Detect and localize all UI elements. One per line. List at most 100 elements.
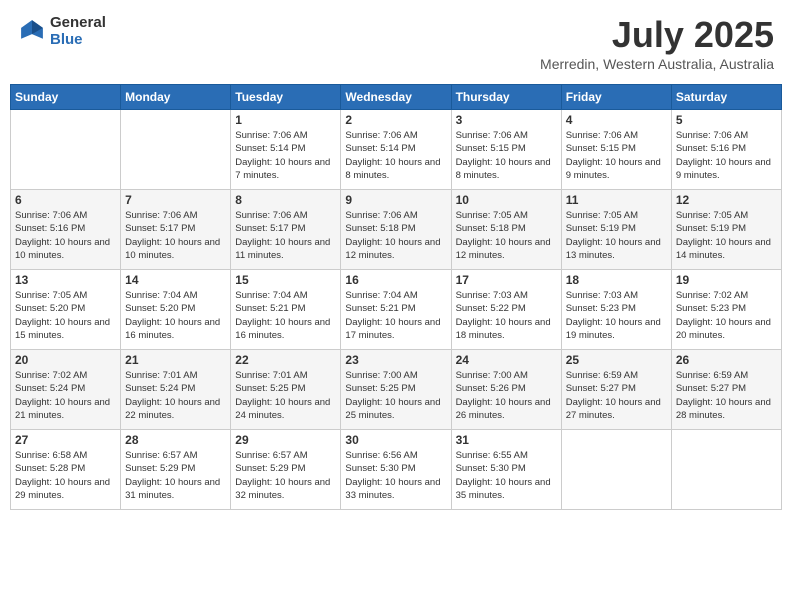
- day-info: Sunrise: 6:57 AM Sunset: 5:29 PM Dayligh…: [125, 449, 226, 502]
- page-header: General Blue July 2025 Merredin, Western…: [10, 10, 782, 76]
- calendar-header: SundayMondayTuesdayWednesdayThursdayFrid…: [11, 85, 782, 110]
- calendar-cell: 29 Sunrise: 6:57 AM Sunset: 5:29 PM Dayli…: [231, 430, 341, 510]
- calendar-cell: [561, 430, 671, 510]
- day-number: 19: [676, 273, 777, 287]
- logo-text: General Blue: [50, 14, 106, 48]
- day-info: Sunrise: 7:00 AM Sunset: 5:26 PM Dayligh…: [456, 369, 557, 422]
- day-info: Sunrise: 6:56 AM Sunset: 5:30 PM Dayligh…: [345, 449, 446, 502]
- day-number: 31: [456, 433, 557, 447]
- day-number: 11: [566, 193, 667, 207]
- calendar-cell: 10 Sunrise: 7:05 AM Sunset: 5:18 PM Dayli…: [451, 190, 561, 270]
- calendar-cell: 30 Sunrise: 6:56 AM Sunset: 5:30 PM Dayli…: [341, 430, 451, 510]
- header-monday: Monday: [121, 85, 231, 110]
- calendar-cell: 6Sunrise: 7:06 AM Sunset: 5:16 PM Daylig…: [11, 190, 121, 270]
- day-info: Sunrise: 7:05 AM Sunset: 5:20 PM Dayligh…: [15, 289, 116, 342]
- logo-icon: [18, 17, 46, 45]
- day-number: 3: [456, 113, 557, 127]
- calendar-cell: 28Sunrise: 6:57 AM Sunset: 5:29 PM Dayli…: [121, 430, 231, 510]
- calendar-cell: 19Sunrise: 7:02 AM Sunset: 5:23 PM Dayli…: [671, 270, 781, 350]
- day-number: 16: [345, 273, 446, 287]
- day-number: 9: [345, 193, 446, 207]
- day-info: Sunrise: 7:01 AM Sunset: 5:25 PM Dayligh…: [235, 369, 336, 422]
- day-number: 15: [235, 273, 336, 287]
- calendar-cell: 8 Sunrise: 7:06 AM Sunset: 5:17 PM Daylig…: [231, 190, 341, 270]
- calendar-cell: 31Sunrise: 6:55 AM Sunset: 5:30 PM Dayli…: [451, 430, 561, 510]
- day-number: 13: [15, 273, 116, 287]
- day-number: 17: [456, 273, 557, 287]
- calendar-cell: 20Sunrise: 7:02 AM Sunset: 5:24 PM Dayli…: [11, 350, 121, 430]
- calendar-cell: 23 Sunrise: 7:00 AM Sunset: 5:25 PM Dayli…: [341, 350, 451, 430]
- title-block: July 2025 Merredin, Western Australia, A…: [540, 14, 774, 72]
- calendar-table: SundayMondayTuesdayWednesdayThursdayFrid…: [10, 84, 782, 510]
- day-info: Sunrise: 7:01 AM Sunset: 5:24 PM Dayligh…: [125, 369, 226, 422]
- day-info: Sunrise: 6:58 AM Sunset: 5:28 PM Dayligh…: [15, 449, 116, 502]
- calendar-cell: 3 Sunrise: 7:06 AM Sunset: 5:15 PM Daylig…: [451, 110, 561, 190]
- header-sunday: Sunday: [11, 85, 121, 110]
- calendar-cell: 24 Sunrise: 7:00 AM Sunset: 5:26 PM Dayli…: [451, 350, 561, 430]
- day-number: 14: [125, 273, 226, 287]
- day-info: Sunrise: 7:06 AM Sunset: 5:16 PM Dayligh…: [15, 209, 116, 262]
- day-number: 22: [235, 353, 336, 367]
- calendar-cell: [121, 110, 231, 190]
- calendar-cell: 18 Sunrise: 7:03 AM Sunset: 5:23 PM Dayli…: [561, 270, 671, 350]
- calendar-subtitle: Merredin, Western Australia, Australia: [540, 56, 774, 72]
- day-number: 1: [235, 113, 336, 127]
- day-number: 29: [235, 433, 336, 447]
- day-number: 10: [456, 193, 557, 207]
- calendar-cell: 5 Sunrise: 7:06 AM Sunset: 5:16 PM Daylig…: [671, 110, 781, 190]
- calendar-cell: 26 Sunrise: 6:59 AM Sunset: 5:27 PM Dayli…: [671, 350, 781, 430]
- day-info: Sunrise: 7:06 AM Sunset: 5:15 PM Dayligh…: [456, 129, 557, 182]
- day-info: Sunrise: 7:05 AM Sunset: 5:18 PM Dayligh…: [456, 209, 557, 262]
- week-row-3: 13 Sunrise: 7:05 AM Sunset: 5:20 PM Dayli…: [11, 270, 782, 350]
- day-info: Sunrise: 7:03 AM Sunset: 5:22 PM Dayligh…: [456, 289, 557, 342]
- header-row: SundayMondayTuesdayWednesdayThursdayFrid…: [11, 85, 782, 110]
- day-number: 4: [566, 113, 667, 127]
- calendar-cell: [671, 430, 781, 510]
- day-info: Sunrise: 7:03 AM Sunset: 5:23 PM Dayligh…: [566, 289, 667, 342]
- day-number: 30: [345, 433, 446, 447]
- day-info: Sunrise: 7:06 AM Sunset: 5:17 PM Dayligh…: [125, 209, 226, 262]
- day-number: 18: [566, 273, 667, 287]
- day-number: 5: [676, 113, 777, 127]
- day-info: Sunrise: 7:06 AM Sunset: 5:17 PM Dayligh…: [235, 209, 336, 262]
- day-info: Sunrise: 7:05 AM Sunset: 5:19 PM Dayligh…: [566, 209, 667, 262]
- day-number: 23: [345, 353, 446, 367]
- day-info: Sunrise: 7:00 AM Sunset: 5:25 PM Dayligh…: [345, 369, 446, 422]
- day-number: 20: [15, 353, 116, 367]
- calendar-cell: 25Sunrise: 6:59 AM Sunset: 5:27 PM Dayli…: [561, 350, 671, 430]
- day-number: 12: [676, 193, 777, 207]
- day-info: Sunrise: 7:06 AM Sunset: 5:15 PM Dayligh…: [566, 129, 667, 182]
- calendar-cell: 13 Sunrise: 7:05 AM Sunset: 5:20 PM Dayli…: [11, 270, 121, 350]
- header-saturday: Saturday: [671, 85, 781, 110]
- day-info: Sunrise: 7:06 AM Sunset: 5:14 PM Dayligh…: [235, 129, 336, 182]
- calendar-cell: 14 Sunrise: 7:04 AM Sunset: 5:20 PM Dayli…: [121, 270, 231, 350]
- calendar-cell: [11, 110, 121, 190]
- day-info: Sunrise: 7:06 AM Sunset: 5:18 PM Dayligh…: [345, 209, 446, 262]
- day-info: Sunrise: 7:04 AM Sunset: 5:20 PM Dayligh…: [125, 289, 226, 342]
- header-tuesday: Tuesday: [231, 85, 341, 110]
- week-row-2: 6Sunrise: 7:06 AM Sunset: 5:16 PM Daylig…: [11, 190, 782, 270]
- day-number: 26: [676, 353, 777, 367]
- calendar-cell: 7Sunrise: 7:06 AM Sunset: 5:17 PM Daylig…: [121, 190, 231, 270]
- calendar-cell: 22 Sunrise: 7:01 AM Sunset: 5:25 PM Dayli…: [231, 350, 341, 430]
- day-info: Sunrise: 7:06 AM Sunset: 5:16 PM Dayligh…: [676, 129, 777, 182]
- day-info: Sunrise: 7:04 AM Sunset: 5:21 PM Dayligh…: [345, 289, 446, 342]
- day-info: Sunrise: 6:59 AM Sunset: 5:27 PM Dayligh…: [676, 369, 777, 422]
- header-friday: Friday: [561, 85, 671, 110]
- calendar-cell: 21Sunrise: 7:01 AM Sunset: 5:24 PM Dayli…: [121, 350, 231, 430]
- calendar-cell: 17 Sunrise: 7:03 AM Sunset: 5:22 PM Dayli…: [451, 270, 561, 350]
- day-info: Sunrise: 6:57 AM Sunset: 5:29 PM Dayligh…: [235, 449, 336, 502]
- day-info: Sunrise: 6:59 AM Sunset: 5:27 PM Dayligh…: [566, 369, 667, 422]
- day-info: Sunrise: 7:04 AM Sunset: 5:21 PM Dayligh…: [235, 289, 336, 342]
- day-info: Sunrise: 7:05 AM Sunset: 5:19 PM Dayligh…: [676, 209, 777, 262]
- day-number: 27: [15, 433, 116, 447]
- calendar-cell: 16 Sunrise: 7:04 AM Sunset: 5:21 PM Dayli…: [341, 270, 451, 350]
- header-thursday: Thursday: [451, 85, 561, 110]
- calendar-cell: 15 Sunrise: 7:04 AM Sunset: 5:21 PM Dayli…: [231, 270, 341, 350]
- calendar-cell: 27 Sunrise: 6:58 AM Sunset: 5:28 PM Dayli…: [11, 430, 121, 510]
- day-number: 2: [345, 113, 446, 127]
- day-number: 8: [235, 193, 336, 207]
- calendar-cell: 4 Sunrise: 7:06 AM Sunset: 5:15 PM Daylig…: [561, 110, 671, 190]
- day-number: 24: [456, 353, 557, 367]
- week-row-4: 20Sunrise: 7:02 AM Sunset: 5:24 PM Dayli…: [11, 350, 782, 430]
